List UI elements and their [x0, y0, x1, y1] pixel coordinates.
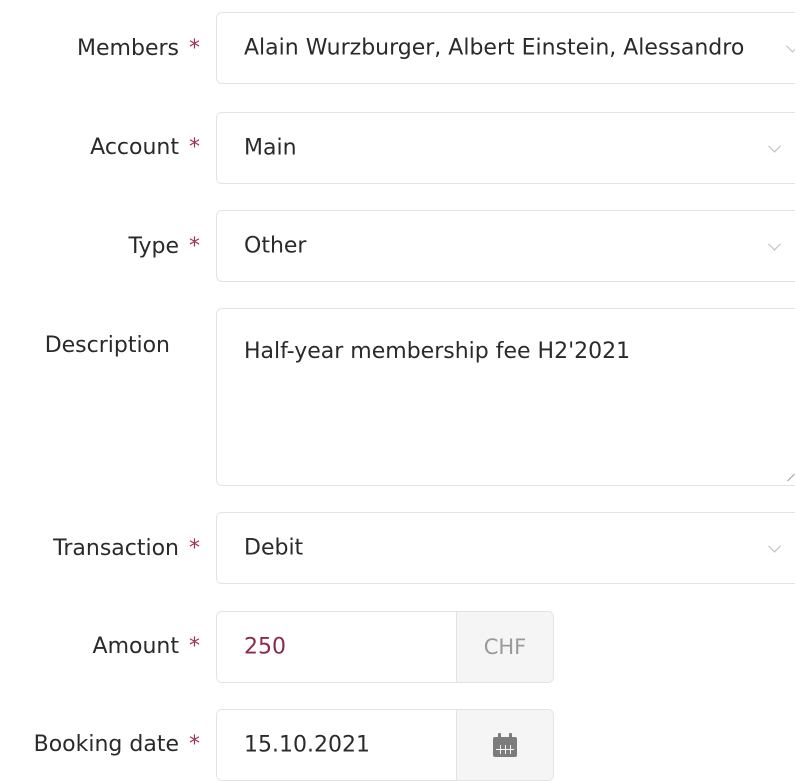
type-value: Other: [244, 233, 307, 259]
required-asterisk: *: [189, 536, 200, 561]
date-picker-button[interactable]: [456, 710, 553, 780]
calendar-icon: [493, 733, 517, 757]
account-label: Account *: [90, 135, 200, 160]
required-asterisk: *: [189, 634, 200, 659]
amount-input-group: 250 CHF: [216, 611, 554, 683]
chevron-down-icon: [768, 539, 781, 553]
type-label-text: Type: [128, 234, 179, 259]
amount-input[interactable]: 250: [217, 612, 456, 682]
amount-value: 250: [244, 634, 286, 660]
booking-date-value: 15.10.2021: [244, 732, 370, 758]
required-asterisk: *: [189, 234, 200, 259]
transaction-select[interactable]: Debit: [216, 512, 795, 584]
description-label: Description: [45, 333, 170, 358]
transaction-value: Debit: [244, 535, 304, 561]
booking-date-input[interactable]: 15.10.2021: [217, 710, 456, 780]
amount-label-text: Amount: [92, 634, 179, 659]
chevron-down-icon: [786, 39, 795, 53]
amount-label: Amount *: [93, 634, 200, 659]
booking-date-input-group: 15.10.2021: [216, 709, 554, 781]
transaction-label-text: Transaction: [53, 536, 179, 561]
required-asterisk: *: [189, 135, 200, 160]
transaction-label: Transaction *: [53, 536, 200, 561]
chevron-down-icon: [768, 237, 781, 251]
type-select[interactable]: Other: [216, 210, 795, 282]
account-label-text: Account: [90, 135, 179, 160]
members-label: Members *: [77, 36, 200, 61]
description-label-text: Description: [44, 333, 170, 358]
description-value: Half-year membership fee H2'2021: [244, 339, 631, 364]
required-asterisk: *: [189, 732, 200, 757]
required-asterisk: *: [189, 36, 200, 61]
booking-date-label-text: Booking date: [33, 732, 179, 757]
type-label: Type *: [128, 234, 200, 259]
account-select[interactable]: Main: [216, 112, 795, 184]
members-value: Alain Wurzburger, Albert Einstein, Aless…: [244, 35, 745, 61]
description-textarea[interactable]: Half-year membership fee H2'2021: [216, 308, 795, 486]
chevron-down-icon: [768, 139, 781, 153]
booking-date-label: Booking date *: [34, 732, 200, 757]
resize-handle-icon[interactable]: [780, 466, 795, 482]
members-label-text: Members: [77, 36, 179, 61]
account-value: Main: [244, 135, 297, 161]
members-select[interactable]: Alain Wurzburger, Albert Einstein, Aless…: [216, 12, 795, 84]
currency-addon: CHF: [456, 612, 553, 682]
